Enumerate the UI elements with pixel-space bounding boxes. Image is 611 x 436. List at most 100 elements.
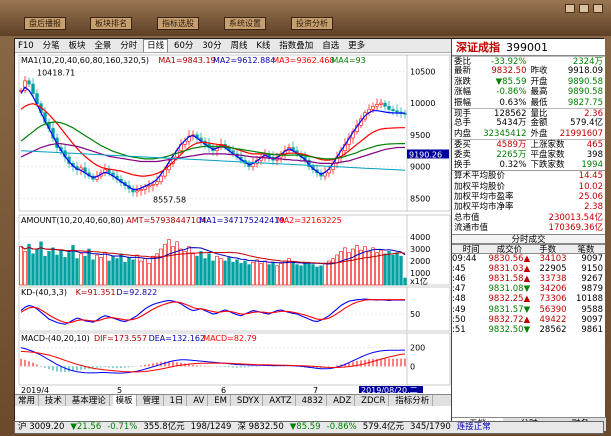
tick-row[interactable]: :45 9831.03▲ 22905 9150 xyxy=(452,264,605,274)
amount-bar xyxy=(143,258,147,286)
kd-line-d xyxy=(20,299,405,324)
tab-common[interactable]: 常用 xyxy=(15,395,40,406)
tab-1day[interactable]: 1日 xyxy=(166,395,188,406)
tick-row[interactable]: :47 9831.08▼ 34206 9879 xyxy=(452,284,605,294)
tool-f10[interactable]: F10 xyxy=(15,39,37,52)
tool-60min[interactable]: 60分 xyxy=(171,39,196,52)
tab-indicator-analysis[interactable]: 指标分析 xyxy=(392,395,434,406)
tool-more[interactable]: 更多 xyxy=(345,39,368,52)
summary-row: 算术平均股价 14.45 xyxy=(454,171,603,182)
maximize-icon[interactable] xyxy=(579,4,589,13)
y-tick-label: 4000 xyxy=(410,233,430,242)
menu-analysis[interactable]: 投资分析 xyxy=(291,17,333,30)
amount-bar xyxy=(263,260,267,286)
amount-bar xyxy=(23,251,27,286)
kline-chart-svg[interactable]: MA1(10,20,40,60,80,160,320,5) MA1=9843.19… xyxy=(15,53,451,395)
main-area: F10 分笔 板块 全景 分时 日线 60分 30分 周线 K线 指数叠加 自选… xyxy=(14,38,606,431)
tool-overview[interactable]: 全景 xyxy=(91,39,114,52)
candle-body xyxy=(31,83,35,94)
y-tick-label: 0 xyxy=(410,362,415,371)
tab-av[interactable]: AV xyxy=(190,395,209,406)
tick-row[interactable]: :48 9832.25▲ 73306 10188 xyxy=(452,294,605,304)
chart-area[interactable]: MA1(10,20,40,60,80,160,320,5) MA1=9843.19… xyxy=(15,53,451,395)
amount-bar xyxy=(403,277,407,286)
amount-bar xyxy=(391,254,395,286)
amount-bar xyxy=(339,251,343,286)
ticker-item: 579.4亿元 xyxy=(362,422,405,432)
amount-bar xyxy=(243,260,247,286)
quote-value: 21991607 xyxy=(559,128,603,139)
tick-row[interactable]: :49 9831.57▼ 56390 9588 xyxy=(452,305,605,315)
ticker-item: 深 9832.50 xyxy=(237,422,284,432)
amount-bar xyxy=(139,260,143,286)
y-tick-label: 50 xyxy=(410,310,420,319)
quote-label: 委比 xyxy=(454,57,472,67)
minimize-icon[interactable] xyxy=(565,4,575,13)
tab-4832[interactable]: 4832 xyxy=(299,395,328,406)
quote-label: 下跌家数 xyxy=(530,159,565,170)
menu-settings[interactable]: 系统设置 xyxy=(224,17,266,30)
quote-value: 32345412 xyxy=(483,128,527,139)
candle-body xyxy=(147,185,151,188)
quote-table: 委比 -33.92% 2324万 最新 9832.50 昨收 9918.09 涨跌 ▼85.59… xyxy=(452,56,605,170)
legend-text: MA2=9612.884 xyxy=(213,56,275,65)
tab-theory[interactable]: 基本理论 xyxy=(69,395,110,406)
candle-body xyxy=(371,105,375,110)
tab-technical[interactable]: 技术 xyxy=(42,395,66,406)
tab-axtz[interactable]: AXTZ xyxy=(266,395,296,406)
tool-30min[interactable]: 30分 xyxy=(199,39,224,52)
tool-watchlist[interactable]: 自选 xyxy=(319,39,342,52)
x-tick-label: 6 xyxy=(221,386,226,393)
tool-daily[interactable]: 日线 xyxy=(143,39,169,52)
amount-bar xyxy=(203,258,207,286)
price-annotation: 10418.71 xyxy=(37,69,75,78)
tab-template[interactable]: 模板 xyxy=(112,395,137,406)
chart-toolbar: F10 分笔 板块 全景 分时 日线 60分 30分 周线 K线 指数叠加 自选… xyxy=(15,39,451,53)
tool-kline[interactable]: K线 xyxy=(253,39,273,52)
x-tick-label: 2019/4 xyxy=(21,386,49,393)
amount-bar xyxy=(167,239,171,286)
menu-sector-rank[interactable]: 板块排名 xyxy=(90,17,132,30)
ticker-item: 355.8亿元 xyxy=(143,422,185,432)
quote-row: 内盘 32345412 外盘 21991607 xyxy=(452,129,605,139)
quote-value: 9890.58 xyxy=(567,87,603,98)
y-tick-label: 2000 xyxy=(410,257,430,266)
tool-overlay[interactable]: 指数叠加 xyxy=(276,39,316,52)
amount-bar xyxy=(135,254,139,286)
amount-bar xyxy=(95,254,99,286)
tick-row[interactable]: :46 9831.58▲ 33738 9267 xyxy=(452,274,605,284)
amount-bar xyxy=(311,264,315,286)
amount-bar xyxy=(91,259,95,286)
amount-bar xyxy=(219,258,223,286)
tool-sector[interactable]: 板块 xyxy=(65,39,88,52)
tab-em[interactable]: EM xyxy=(211,395,231,406)
candle-body xyxy=(27,80,31,85)
tool-intraday[interactable]: 分时 xyxy=(117,39,140,52)
tick-title: 分时成交 xyxy=(452,233,605,245)
tick-row[interactable]: :51 9832.50▼ 28562 9861 xyxy=(452,325,605,335)
tick-row[interactable]: :50 9832.72▲ 49422 9097 xyxy=(452,315,605,325)
unit-label: x1亿 xyxy=(410,276,428,286)
tab-sdyx[interactable]: SDYX xyxy=(234,395,264,406)
tab-manage[interactable]: 管理 xyxy=(140,395,164,406)
tool-ticks[interactable]: 分笔 xyxy=(40,39,63,52)
amount-bar xyxy=(43,255,47,286)
summary-row: 加权平均股价 10.02 xyxy=(454,181,603,192)
menu-post-market[interactable]: 盘后播报 xyxy=(24,17,66,30)
summary-row: 流通市值 170369.36亿 xyxy=(454,223,603,234)
quote-label: 最低 xyxy=(530,97,548,108)
amount-bar xyxy=(211,260,215,286)
amount-bar xyxy=(87,248,91,286)
menu-stock-screener[interactable]: 指标选股 xyxy=(157,17,199,30)
candle-body xyxy=(135,190,139,193)
tab-adz[interactable]: ADZ xyxy=(330,395,356,406)
tool-weekly[interactable]: 周线 xyxy=(227,39,250,52)
tick-row[interactable]: 09:44 9830.56▲ 34103 9097 xyxy=(452,254,605,264)
legend-text: AMT=57938447104 xyxy=(126,216,206,225)
close-icon[interactable] xyxy=(593,4,603,13)
amount-bar xyxy=(323,263,327,286)
amount-bar xyxy=(319,265,323,286)
tick-list[interactable]: 09:44 9830.56▲ 34103 9097:45 9831.03▲ 22905 91… xyxy=(452,254,605,336)
amount-bar xyxy=(131,259,135,286)
tab-zdcr[interactable]: ZDCR xyxy=(358,395,390,406)
